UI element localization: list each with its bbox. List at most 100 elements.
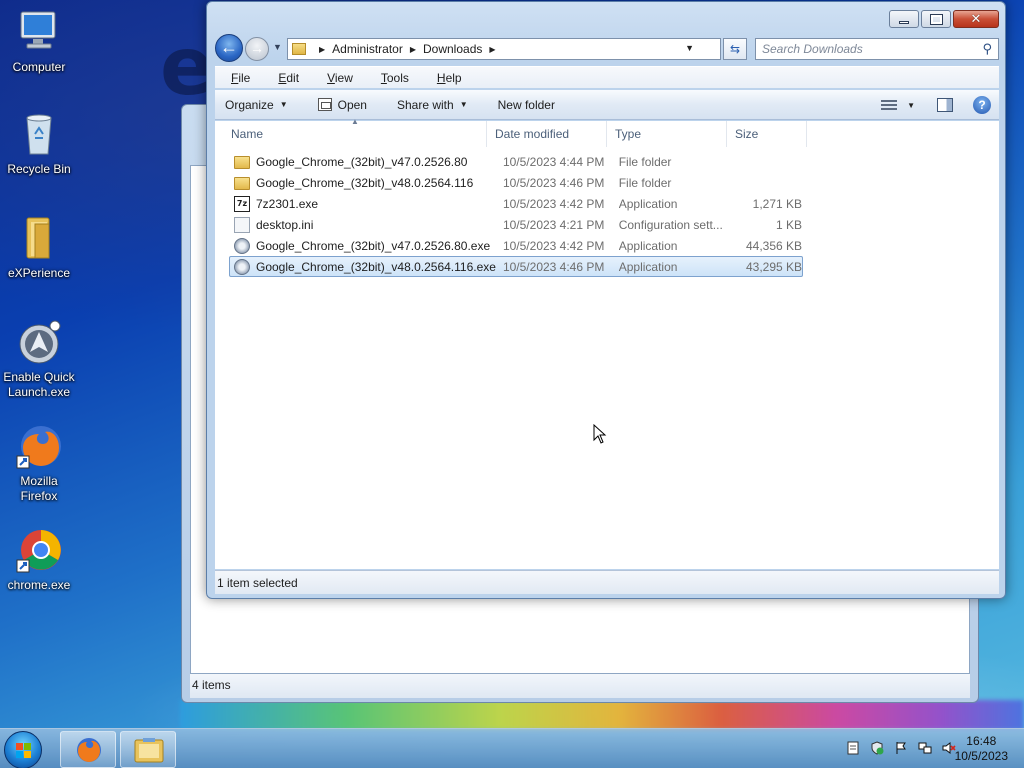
windows-logo-icon bbox=[16, 743, 32, 759]
desktop-icon-firefox[interactable]: Mozilla Firefox bbox=[2, 422, 76, 504]
sort-ascending-icon: ▲ bbox=[351, 117, 359, 126]
file-date: 10/5/2023 4:42 PM bbox=[502, 196, 605, 211]
folder-icon bbox=[234, 177, 250, 190]
desktop-icon-quick-launch[interactable]: Enable Quick Launch.exe bbox=[2, 318, 76, 400]
file-name: Google_Chrome_(32bit)_v47.0.2526.80.exe bbox=[256, 238, 491, 253]
desktop-icon-label: Enable Quick Launch.exe bbox=[3, 370, 75, 399]
forward-button[interactable]: → bbox=[245, 37, 269, 61]
file-size: 43,295 KB bbox=[745, 259, 803, 274]
system-tray: 16:48 10/5/2023 bbox=[824, 729, 1024, 768]
file-list[interactable]: Name Date modified Type Size ▲ Google_Ch… bbox=[215, 117, 999, 569]
column-header-date[interactable]: Date modified bbox=[487, 121, 607, 147]
file-size: 1 KB bbox=[776, 217, 803, 232]
search-input[interactable]: Search Downloads ⚲ bbox=[755, 38, 999, 60]
clock[interactable]: 16:48 10/5/2023 bbox=[955, 734, 1008, 764]
back-button[interactable]: ← bbox=[215, 34, 243, 62]
breadcrumb-separator-icon[interactable]: ▶ bbox=[319, 45, 325, 54]
security-shield-icon[interactable] bbox=[870, 741, 884, 755]
column-header-type[interactable]: Type bbox=[607, 121, 727, 147]
installer-icon bbox=[234, 258, 250, 275]
menu-edit[interactable]: Edit bbox=[278, 71, 313, 85]
desktop-icon-chrome[interactable]: chrome.exe bbox=[2, 526, 76, 593]
maximize-button[interactable] bbox=[921, 10, 951, 28]
file-row[interactable]: Google_Chrome_(32bit)_v48.0.2564.116.exe… bbox=[229, 256, 803, 277]
new-folder-button[interactable]: New folder bbox=[498, 98, 555, 112]
chevron-down-icon[interactable]: ▼ bbox=[907, 101, 915, 110]
clock-time: 16:48 bbox=[966, 734, 997, 748]
search-placeholder: Search Downloads bbox=[762, 42, 863, 56]
share-with-button[interactable]: Share with ▼ bbox=[397, 98, 468, 112]
file-row[interactable]: Google_Chrome_(32bit)_v47.0.2526.80 10/5/… bbox=[229, 151, 803, 172]
menu-bar: File Edit View Tools Help bbox=[215, 66, 999, 88]
refresh-icon: ⇆ bbox=[729, 42, 741, 56]
breadcrumb-separator-icon[interactable]: ▶ bbox=[489, 45, 495, 54]
file-row[interactable]: desktop.ini 10/5/2023 4:21 PM Configuratio… bbox=[229, 214, 803, 235]
desktop-icon-label: chrome.exe bbox=[7, 578, 71, 592]
organize-button[interactable]: Organize ▼ bbox=[225, 98, 288, 112]
menu-tools[interactable]: Tools bbox=[381, 71, 423, 85]
forward-arrow-icon: → bbox=[250, 40, 264, 56]
open-icon bbox=[317, 98, 332, 111]
explorer-window[interactable]: ✕ ← → ▼ ▶ Administrator ▶ Downloads ▶ ▼ … bbox=[206, 1, 1006, 599]
7zip-icon: 7z bbox=[234, 195, 250, 212]
desktop-icon-recycle-bin[interactable]: Recycle Bin bbox=[2, 110, 76, 177]
address-bar[interactable]: ▶ Administrator ▶ Downloads ▶ ▼ bbox=[287, 38, 721, 60]
ini-file-icon bbox=[234, 216, 250, 233]
firefox-icon bbox=[15, 422, 63, 470]
breadcrumb-downloads[interactable]: Downloads bbox=[423, 42, 482, 56]
file-row[interactable]: Google_Chrome_(32bit)_v47.0.2526.80.exe 1… bbox=[229, 235, 803, 256]
folder-icon bbox=[15, 214, 63, 262]
address-dropdown-icon[interactable]: ▼ bbox=[685, 43, 694, 53]
file-date: 10/5/2023 4:21 PM bbox=[502, 217, 605, 232]
file-date: 10/5/2023 4:44 PM bbox=[502, 154, 605, 169]
folder-icon bbox=[234, 156, 250, 169]
file-explorer-icon bbox=[134, 738, 164, 763]
open-label: Open bbox=[337, 97, 367, 112]
start-button[interactable] bbox=[4, 731, 42, 768]
status-bar: 1 item selected bbox=[215, 570, 999, 594]
minimize-button[interactable] bbox=[889, 10, 919, 28]
file-type: Configuration sett... bbox=[618, 217, 723, 232]
taskbar-firefox-button[interactable] bbox=[60, 731, 116, 768]
share-with-label: Share with bbox=[396, 97, 454, 112]
close-button[interactable]: ✕ bbox=[953, 10, 999, 28]
file-name: desktop.ini bbox=[256, 217, 314, 232]
action-center-flag-icon[interactable] bbox=[894, 741, 908, 755]
file-type: File folder bbox=[618, 154, 672, 169]
maximize-icon bbox=[929, 13, 943, 25]
file-row[interactable]: Google_Chrome_(32bit)_v48.0.2564.116 10/5… bbox=[229, 172, 803, 193]
menu-help[interactable]: Help bbox=[437, 71, 476, 85]
menu-view[interactable]: View bbox=[327, 71, 367, 85]
minimize-icon bbox=[899, 20, 909, 24]
clipboard-icon[interactable] bbox=[846, 741, 860, 755]
file-name: Google_Chrome_(32bit)_v48.0.2564.116 bbox=[256, 175, 474, 190]
close-icon: ✕ bbox=[970, 11, 982, 27]
back-arrow-icon: ← bbox=[220, 37, 238, 57]
search-icon[interactable]: ⚲ bbox=[982, 41, 992, 57]
background-status-bar: 4 items bbox=[190, 674, 970, 698]
file-type: Application bbox=[618, 196, 678, 211]
change-view-icon[interactable] bbox=[881, 99, 898, 111]
wallpaper-rainbow bbox=[180, 700, 1024, 730]
file-row[interactable]: 7z 7z2301.exe 10/5/2023 4:42 PM Application… bbox=[229, 193, 803, 214]
desktop-icon-experience[interactable]: eXPerience bbox=[2, 214, 76, 281]
column-header-size[interactable]: Size bbox=[727, 121, 807, 147]
desktop-icon-computer[interactable]: Computer bbox=[2, 8, 76, 75]
menu-file[interactable]: File bbox=[231, 71, 264, 85]
breadcrumb-administrator[interactable]: Administrator bbox=[332, 42, 403, 56]
recent-pages-button[interactable]: ▼ bbox=[273, 42, 285, 54]
file-name: Google_Chrome_(32bit)_v48.0.2564.116.exe bbox=[256, 259, 496, 274]
file-size: 1,271 KB bbox=[752, 196, 803, 211]
clock-date: 10/5/2023 bbox=[954, 749, 1008, 763]
help-icon[interactable]: ? bbox=[973, 96, 991, 114]
desktop-icon-label: Mozilla Firefox bbox=[20, 474, 58, 503]
network-icon[interactable] bbox=[918, 741, 932, 755]
command-bar-right: ▼ ? bbox=[881, 96, 991, 114]
breadcrumb-separator-icon[interactable]: ▶ bbox=[410, 45, 416, 54]
refresh-button[interactable]: ⇆ bbox=[723, 38, 747, 60]
open-button[interactable]: Open bbox=[317, 97, 367, 112]
column-headers: Name Date modified Type Size ▲ bbox=[215, 117, 999, 147]
preview-pane-icon[interactable] bbox=[937, 98, 953, 112]
desktop-icon-label: Computer bbox=[12, 60, 66, 74]
taskbar-explorer-button[interactable] bbox=[120, 731, 176, 768]
